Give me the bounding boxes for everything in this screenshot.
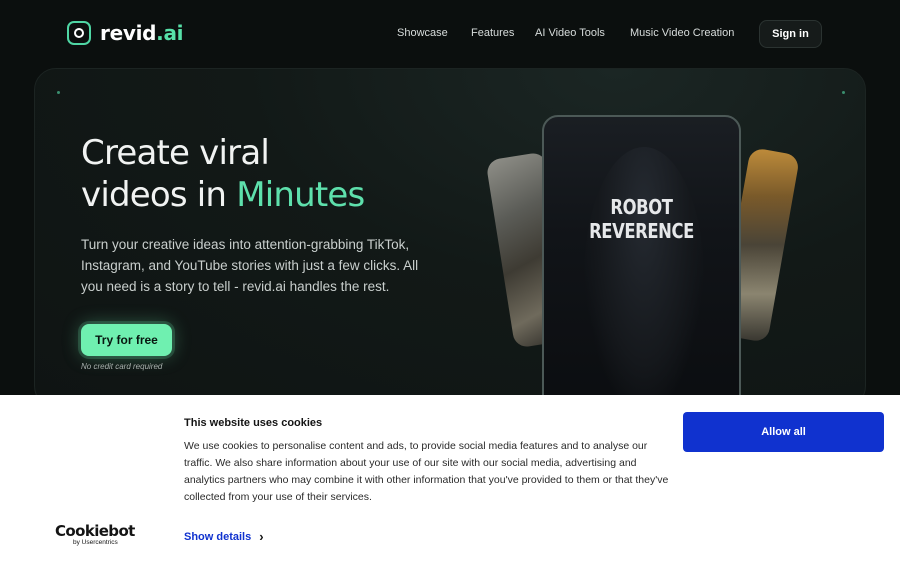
phone-video-preview: ROBOT REVERENCE xyxy=(542,115,741,415)
cookie-title: This website uses cookies xyxy=(184,417,323,429)
decor-dot xyxy=(57,91,60,94)
site-header: revid.ai Showcase Features AI Video Tool… xyxy=(0,0,900,68)
hero-headline: Create viral videos in Minutes xyxy=(81,133,365,215)
robot-figure-image xyxy=(584,147,704,407)
decor-dot xyxy=(842,91,845,94)
sign-in-button[interactable]: Sign in xyxy=(759,20,822,48)
hero-subtitle: Turn your creative ideas into attention-… xyxy=(81,237,419,294)
try-for-free-button[interactable]: Try for free xyxy=(81,324,172,356)
chevron-right-icon: › xyxy=(259,529,264,544)
cookiebot-logo: Cookiebot by Usercentrics xyxy=(55,522,135,546)
logo[interactable]: revid.ai xyxy=(67,21,184,45)
logo-icon xyxy=(67,21,91,45)
cookie-banner: Cookiebot by Usercentrics This website u… xyxy=(0,395,900,563)
no-credit-card-note: No credit card required xyxy=(81,362,163,371)
show-details-link[interactable]: Show details › xyxy=(184,529,264,544)
allow-all-button[interactable]: Allow all xyxy=(683,412,884,452)
nav-features[interactable]: Features xyxy=(471,27,514,39)
video-title: ROBOT REVERENCE xyxy=(589,195,694,243)
show-details-label: Show details xyxy=(184,530,252,543)
nav-ai-video-tools[interactable]: AI Video Tools xyxy=(535,27,605,39)
nav-music-video-creation[interactable]: Music Video Creation xyxy=(630,27,734,39)
nav-showcase[interactable]: Showcase xyxy=(397,27,448,39)
logo-text: revid.ai xyxy=(100,21,184,45)
cookie-body: We use cookies to personalise content an… xyxy=(184,440,669,503)
